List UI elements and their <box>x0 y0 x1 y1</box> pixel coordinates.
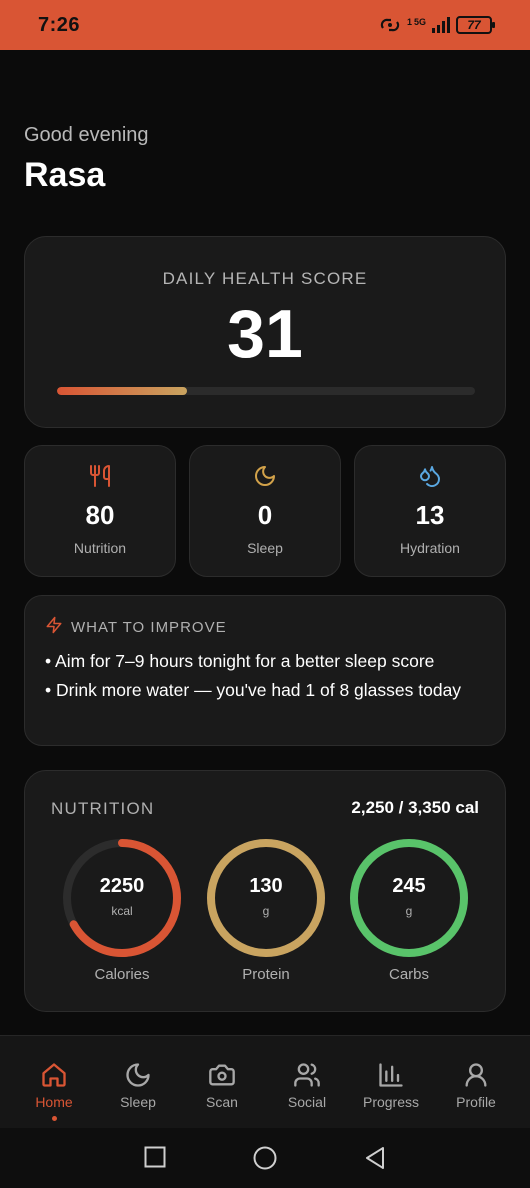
tab-home[interactable]: Home <box>12 1036 96 1129</box>
stat-label: Nutrition <box>73 540 127 556</box>
ring-protein-arc <box>207 839 325 957</box>
stat-label: Hydration <box>400 540 460 556</box>
improve-item: • Aim for 7–9 hours tonight for a better… <box>45 651 435 671</box>
tab-label: Sleep <box>120 1094 156 1110</box>
active-indicator <box>51 1116 57 1121</box>
home-icon <box>40 1060 68 1090</box>
tab-progress[interactable]: Progress <box>349 1036 433 1129</box>
circle-icon[interactable] <box>253 1146 277 1175</box>
ring-value: 130 <box>249 875 283 897</box>
ring-unit: g <box>262 904 270 918</box>
improve-card: WHAT TO IMPROVE • Aim for 7–9 hours toni… <box>24 595 506 746</box>
system-navigation-bar <box>0 1128 530 1188</box>
tab-scan[interactable]: Scan <box>180 1036 264 1129</box>
improve-item: • Drink more water — you've had 1 of 8 g… <box>45 680 462 700</box>
health-score-bar-fill <box>57 387 187 395</box>
health-score-bar <box>57 387 475 395</box>
health-score-value: 31 <box>227 296 303 372</box>
stat-label: Sleep <box>247 540 283 556</box>
tab-label: Profile <box>456 1094 496 1110</box>
ring-unit: kcal <box>111 904 133 918</box>
link-icon <box>379 16 401 34</box>
signal-icon <box>432 17 450 33</box>
user-icon <box>462 1060 490 1090</box>
greeting-salutation: Good evening <box>24 124 149 146</box>
health-score-title: DAILY HEALTH SCORE <box>162 269 368 288</box>
ring-unit: g <box>405 904 413 918</box>
nutrition-card[interactable]: NUTRITION 2,250 / 3,350 cal 2250 kcal Ca… <box>24 770 506 1012</box>
square-icon[interactable] <box>144 1146 166 1173</box>
stat-card-nutrition[interactable]: 80 Nutrition <box>24 445 176 577</box>
ring-value: 2250 <box>99 875 145 897</box>
tab-label: Home <box>35 1094 73 1110</box>
stat-value: 13 <box>415 500 445 530</box>
camera-icon <box>208 1060 236 1090</box>
moon-icon <box>124 1060 152 1090</box>
tab-social[interactable]: Social <box>265 1036 349 1129</box>
status-icons: 1 5G 77 <box>379 16 495 34</box>
bottom-tab-bar: Home Sleep Scan Social Progress Profile <box>0 1035 530 1128</box>
triangle-back-icon[interactable] <box>364 1146 386 1175</box>
ring-label: Protein <box>242 966 290 983</box>
stat-card-sleep[interactable]: 0 Sleep <box>189 445 341 577</box>
network-type: 5G <box>413 17 426 27</box>
tab-label: Scan <box>206 1094 238 1110</box>
moon-icon <box>190 464 340 488</box>
nutrition-title: NUTRITION <box>51 799 155 818</box>
ring-value: 245 <box>392 875 426 897</box>
droplets-icon <box>355 464 505 488</box>
utensils-icon <box>25 464 175 488</box>
main-content: Good evening Rasa DAILY HEALTH SCORE 31 … <box>0 50 530 1035</box>
bar-chart-icon <box>377 1060 405 1090</box>
ring-label: Calories <box>94 966 150 983</box>
lightning-icon <box>45 616 63 639</box>
stat-value: 80 <box>85 500 115 530</box>
battery-icon: 77 <box>456 16 495 34</box>
stat-card-hydration[interactable]: 13 Hydration <box>354 445 506 577</box>
tab-profile[interactable]: Profile <box>434 1036 518 1129</box>
signal-sup: 1 <box>406 17 412 27</box>
improve-header: WHAT TO IMPROVE <box>45 616 227 639</box>
tab-label: Social <box>287 1094 327 1110</box>
ring-protein: 130 g <box>205 837 327 959</box>
tab-label: Progress <box>362 1094 420 1110</box>
ring-carbs-arc <box>350 839 468 957</box>
improve-title: WHAT TO IMPROVE <box>71 619 227 636</box>
ring-carbs: 245 g <box>348 837 470 959</box>
user-name: Rasa <box>24 156 106 194</box>
nutrition-total: 2,250 / 3,350 cal <box>351 798 479 817</box>
stat-value: 0 <box>257 500 273 530</box>
health-score-card[interactable]: DAILY HEALTH SCORE 31 <box>24 236 506 428</box>
status-time: 7:26 <box>38 13 81 36</box>
ring-label: Carbs <box>388 966 429 983</box>
users-icon <box>293 1060 321 1090</box>
improve-list: • Aim for 7–9 hours tonight for a better… <box>45 649 487 707</box>
ring-calories: 2250 kcal <box>61 837 183 959</box>
tab-sleep[interactable]: Sleep <box>96 1036 180 1129</box>
status-bar: 7:26 1 5G 77 <box>0 0 530 50</box>
